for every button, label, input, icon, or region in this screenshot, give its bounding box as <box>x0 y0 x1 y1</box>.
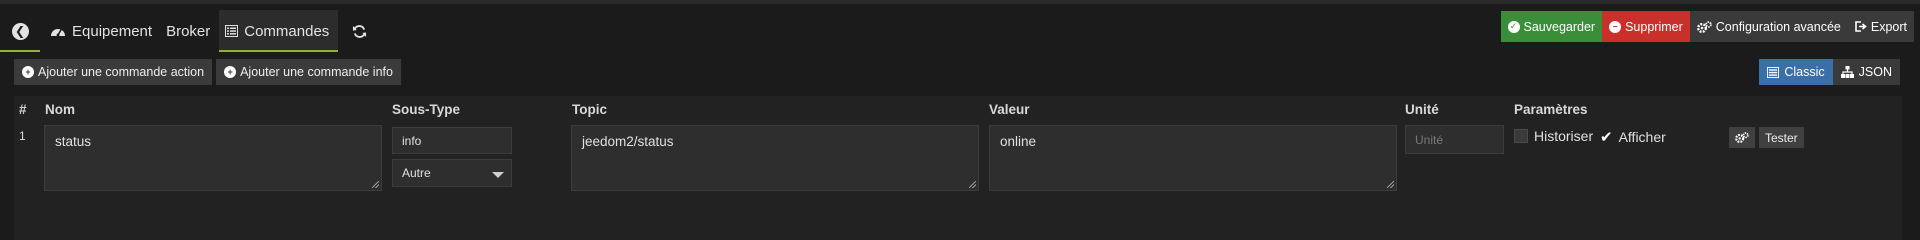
command-type-field[interactable]: info <box>392 127 512 154</box>
col-header-name: Nom <box>45 102 75 117</box>
view-toggle: Classic JSON <box>1759 59 1900 85</box>
tab-commands[interactable]: Commandes <box>219 10 339 52</box>
col-header-unit: Unité <box>1405 102 1439 117</box>
save-button[interactable]: ✓ Sauvegarder <box>1500 11 1603 42</box>
historize-label: Historiser <box>1534 128 1594 144</box>
dashboard-icon <box>51 28 65 37</box>
command-type-value: info <box>402 133 422 148</box>
sitemap-icon <box>1840 66 1854 78</box>
json-view-label: JSON <box>1858 65 1892 79</box>
export-button[interactable]: Export <box>1847 11 1914 42</box>
refresh-icon <box>353 24 367 38</box>
historize-option[interactable]: Historiser <box>1514 128 1593 144</box>
test-button[interactable]: Tester <box>1759 127 1804 148</box>
top-strip <box>0 0 1920 4</box>
unit-placeholder: Unité <box>1415 132 1444 147</box>
json-view-button[interactable]: JSON <box>1832 59 1900 85</box>
col-header-topic: Topic <box>572 102 607 117</box>
tab-broker-label: Broker <box>166 22 211 40</box>
check-circle-icon: ✓ <box>1507 20 1520 33</box>
row-number: 1 <box>19 129 26 143</box>
test-label: Tester <box>1765 130 1798 145</box>
chevron-down-icon <box>492 172 504 178</box>
plus-circle-icon: + <box>224 66 237 78</box>
checkmark-icon[interactable]: ✔ <box>1600 128 1613 146</box>
list-icon <box>225 25 239 37</box>
tab-equipment[interactable]: Equipement <box>40 10 161 52</box>
command-name-value: status <box>55 134 92 149</box>
classic-view-label: Classic <box>1784 65 1825 79</box>
add-action-command-label: Ajouter une commande action <box>38 65 205 79</box>
tab-equipment-label: Equipement <box>72 22 153 40</box>
advanced-config-button[interactable]: Configuration avancée <box>1689 11 1848 42</box>
col-header-num: # <box>19 102 27 117</box>
command-subtype-select[interactable]: Autre <box>392 159 512 187</box>
advanced-config-label: Configuration avancée <box>1715 19 1841 34</box>
add-info-command-button[interactable]: + Ajouter une commande info <box>216 59 401 85</box>
arrow-left-circle-icon: ❮ <box>11 22 29 40</box>
col-header-value: Valeur <box>989 102 1030 117</box>
command-value-field[interactable]: online <box>989 125 1397 191</box>
historize-checkbox[interactable] <box>1514 129 1528 143</box>
add-info-command-label: Ajouter une commande info <box>240 65 393 79</box>
command-topic-field[interactable]: jeedom2/status <box>571 125 979 191</box>
col-header-subtype: Sous-Type <box>392 102 461 117</box>
refresh-button[interactable] <box>338 10 381 52</box>
tab-bar: ❮ Equipement Broker Commandes <box>0 10 381 52</box>
back-tab[interactable]: ❮ <box>0 10 40 52</box>
command-subtype-value: Autre <box>402 166 431 180</box>
add-command-buttons: + Ajouter une commande action + Ajouter … <box>14 59 401 85</box>
cogs-icon <box>1735 132 1749 143</box>
display-label: Afficher <box>1618 129 1666 145</box>
plus-circle-icon: + <box>22 66 34 78</box>
classic-view-button[interactable]: Classic <box>1759 59 1833 85</box>
save-label: Sauvegarder <box>1523 19 1596 34</box>
unit-input[interactable]: Unité <box>1405 125 1504 154</box>
command-config-button[interactable] <box>1729 127 1755 148</box>
export-label: Export <box>1870 19 1907 34</box>
list-icon <box>1767 66 1780 78</box>
display-option[interactable]: ✔ Afficher <box>1600 128 1666 146</box>
equipment-actions: ✓ Sauvegarder – Supprimer Configuration … <box>1500 11 1914 42</box>
command-name-field[interactable]: status <box>44 125 382 191</box>
minus-circle-icon: – <box>1609 20 1622 33</box>
export-icon <box>1855 21 1867 32</box>
col-header-params: Paramètres <box>1514 102 1588 117</box>
command-topic-value: jeedom2/status <box>582 134 674 149</box>
tab-commands-label: Commandes <box>244 22 330 40</box>
delete-label: Supprimer <box>1625 19 1683 34</box>
tab-broker[interactable]: Broker <box>161 10 219 52</box>
delete-button[interactable]: – Supprimer <box>1602 11 1690 42</box>
cogs-icon <box>1696 20 1712 33</box>
command-value-value: online <box>1000 134 1037 149</box>
add-action-command-button[interactable]: + Ajouter une commande action <box>14 59 213 85</box>
